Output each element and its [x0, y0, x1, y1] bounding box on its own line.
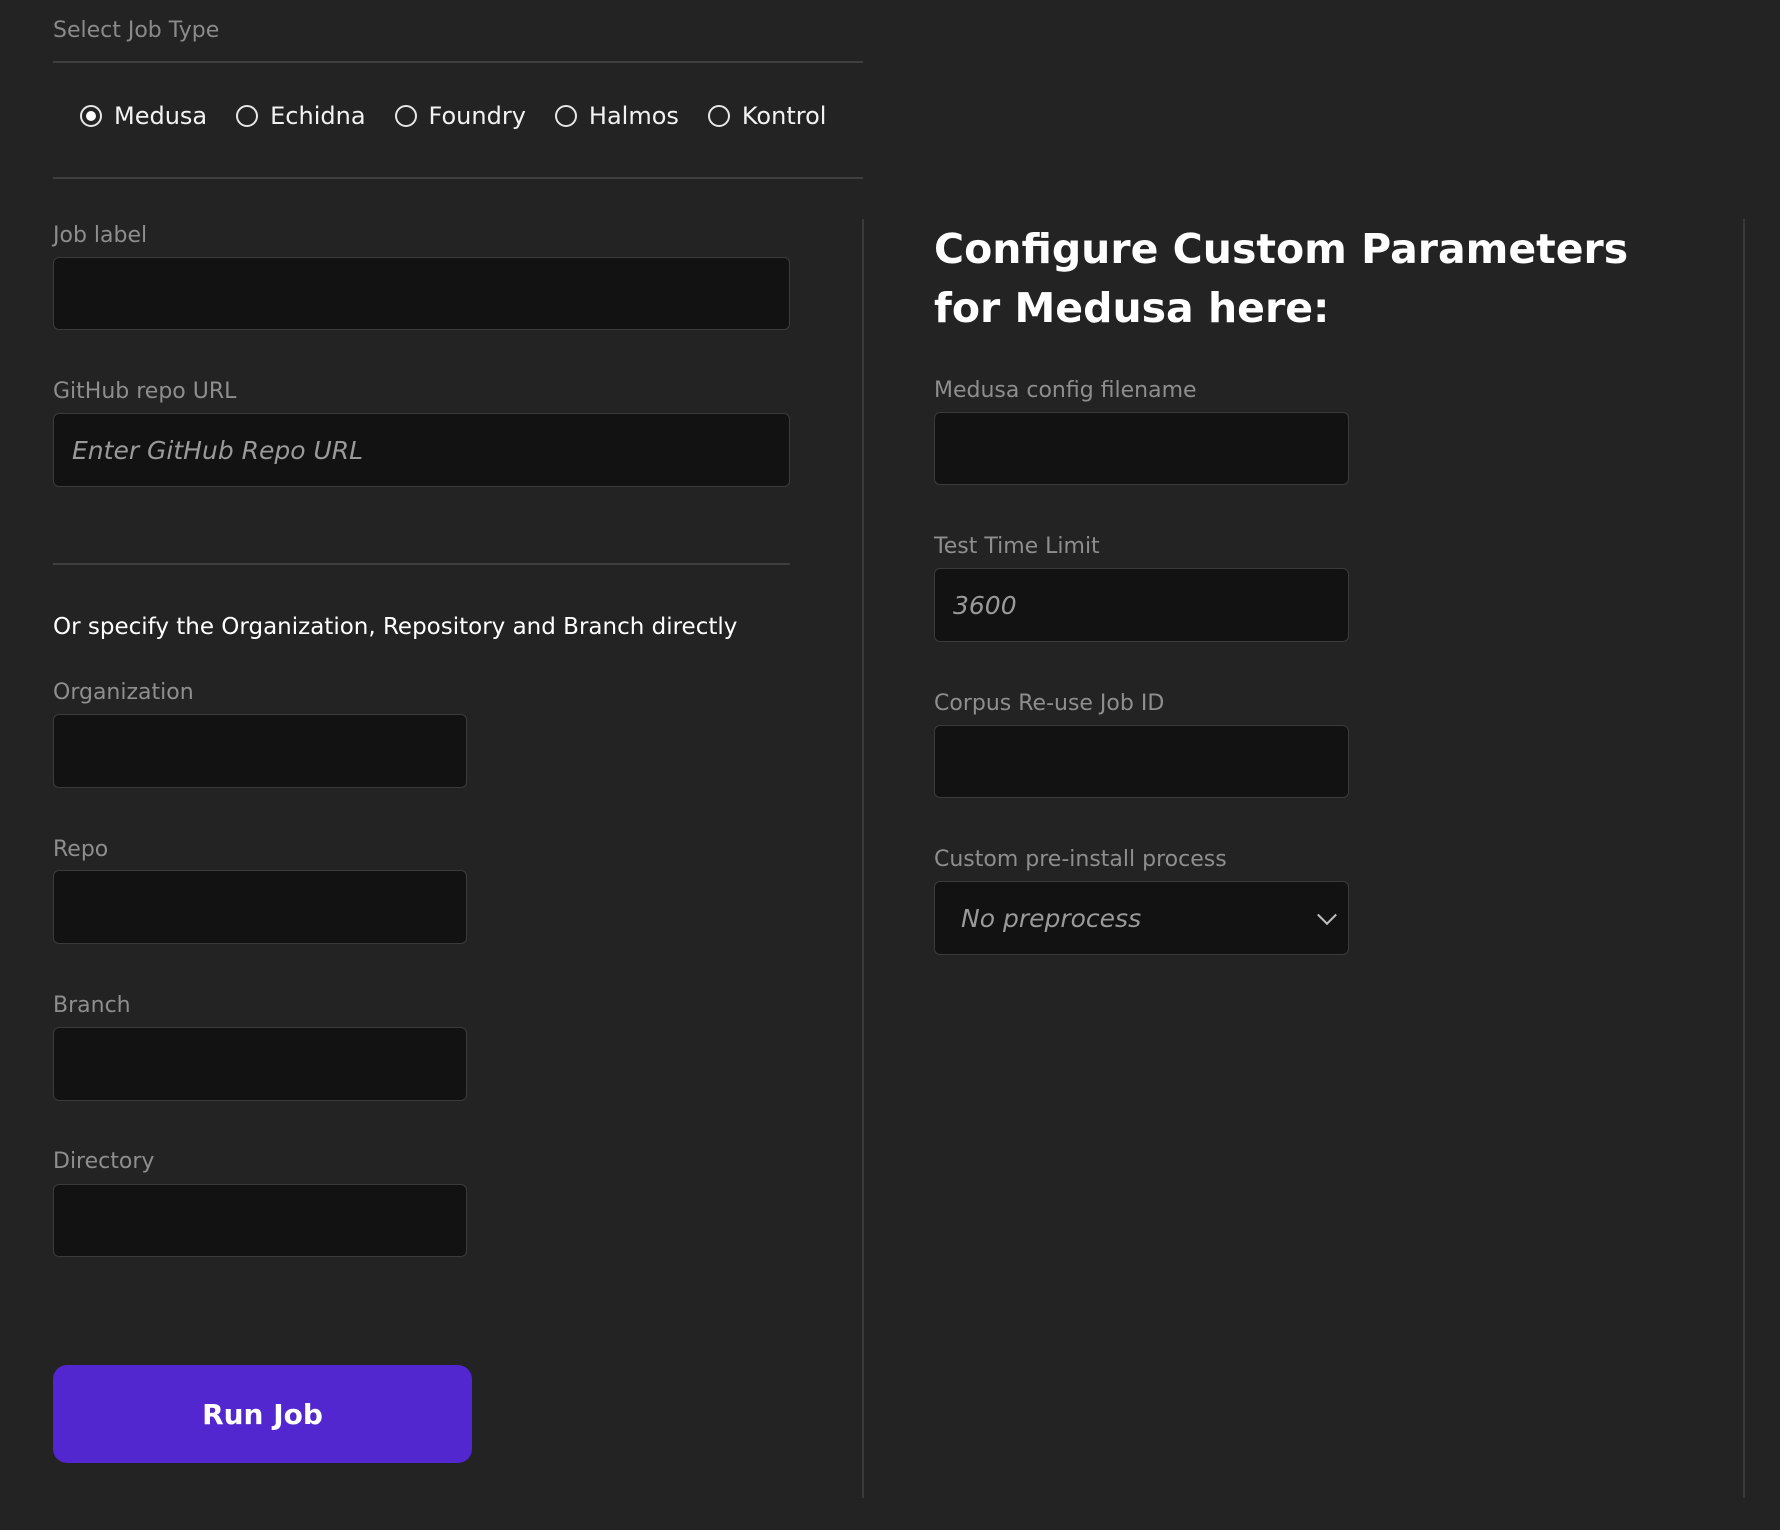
github-url-label: GitHub repo URL — [53, 379, 237, 404]
directory-label: Directory — [53, 1149, 155, 1174]
branch-input[interactable] — [53, 1027, 467, 1101]
radio-label: Medusa — [114, 102, 208, 130]
radio-option-foundry[interactable]: Foundry — [394, 102, 526, 130]
radio-checked-icon[interactable] — [80, 105, 102, 127]
radio-option-medusa[interactable]: Medusa — [80, 102, 207, 130]
config-params-title: Configure Custom Parameters for Medusa h… — [934, 225, 1629, 332]
organization-label: Organization — [53, 680, 194, 705]
config-filename-input[interactable] — [934, 412, 1349, 485]
job-form-page: Select Job Type Medusa Echidna Foundry H… — [0, 0, 1780, 1530]
preinstall-select[interactable]: No preprocess — [934, 881, 1349, 955]
divider — [53, 61, 863, 63]
branch-label: Branch — [53, 993, 131, 1018]
time-limit-input[interactable]: 3600 — [934, 568, 1349, 642]
radio-label: Foundry — [428, 102, 526, 130]
direct-spec-heading: Or specify the Organization, Repository … — [53, 614, 738, 640]
github-url-input[interactable]: Enter GitHub Repo URL — [53, 413, 790, 487]
radio-unchecked-icon[interactable] — [554, 105, 577, 127]
preinstall-selected-value: No preprocess — [961, 903, 1142, 933]
job-type-radio-group: Medusa Echidna Foundry Halmos Kontrol — [80, 102, 855, 130]
column-divider — [1743, 219, 1745, 1498]
radio-label: Echidna — [270, 102, 366, 130]
radio-label: Halmos — [588, 102, 679, 130]
corpus-job-id-input[interactable] — [934, 725, 1349, 798]
preinstall-label: Custom pre-install process — [934, 847, 1227, 872]
time-limit-label: Test Time Limit — [934, 534, 1100, 559]
config-filename-label: Medusa config filename — [934, 378, 1197, 403]
repo-input[interactable] — [53, 870, 467, 944]
radio-unchecked-icon[interactable] — [236, 105, 259, 127]
column-divider — [862, 219, 864, 1498]
radio-unchecked-icon[interactable] — [394, 105, 417, 127]
radio-unchecked-icon[interactable] — [707, 105, 730, 127]
select-job-type-label: Select Job Type — [53, 18, 220, 43]
corpus-job-id-label: Corpus Re-use Job ID — [934, 691, 1165, 716]
organization-input[interactable] — [53, 714, 467, 788]
chevron-down-icon — [1317, 905, 1337, 926]
repo-label: Repo — [53, 837, 109, 862]
job-label-input[interactable] — [53, 257, 790, 330]
run-job-button[interactable]: Run Job — [53, 1365, 472, 1463]
directory-input[interactable] — [53, 1184, 467, 1257]
job-label-label: Job label — [53, 223, 148, 248]
divider — [53, 563, 790, 565]
divider — [53, 177, 863, 179]
radio-option-echidna[interactable]: Echidna — [236, 102, 366, 130]
radio-option-kontrol[interactable]: Kontrol — [707, 102, 827, 130]
radio-label: Kontrol — [741, 102, 827, 130]
radio-option-halmos[interactable]: Halmos — [554, 102, 679, 130]
